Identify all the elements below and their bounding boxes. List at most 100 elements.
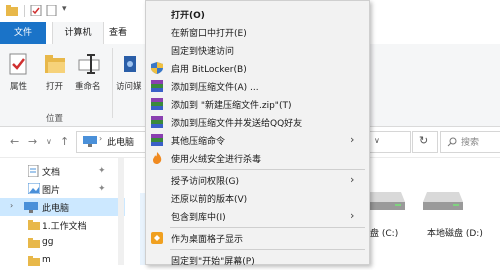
winrar-archive-icon [151, 98, 163, 110]
navigation-pane: 文档 ✦ 图片 ✦ › 此电脑 1.工作文档 gg m [0, 158, 125, 266]
nav-item-work-docs[interactable]: 1.工作文档 [0, 216, 125, 234]
properties-button[interactable]: 属性 [10, 80, 27, 92]
tab-file[interactable]: 文件 [0, 22, 46, 44]
menu-item-add-send-qq[interactable]: 添加到压缩文件并发送给QQ好友 [146, 113, 369, 131]
submenu-arrow-icon: › [350, 133, 355, 146]
folder-icon [28, 220, 40, 230]
menu-item-open-new-window[interactable]: 在新窗口中打开(E) [146, 23, 369, 41]
address-field-end[interactable]: ∨ [370, 131, 411, 153]
menu-item-label: 固定到快速访问 [171, 47, 235, 57]
menu-item-label: 打开(O) [171, 11, 205, 21]
submenu-arrow-icon: › [350, 209, 355, 222]
pin-icon[interactable]: ✦ [98, 166, 106, 176]
menu-item-label: 启用 BitLocker(B) [171, 65, 247, 75]
menu-item-pin-start[interactable]: 固定到"开始"屏幕(P) [146, 251, 369, 269]
tab-computer[interactable]: 计算机 [52, 22, 104, 44]
nav-item-label: 文档 [42, 168, 61, 178]
nav-item-label: gg [42, 237, 54, 247]
pictures-icon [28, 183, 40, 194]
nav-item-gg[interactable]: gg [0, 234, 125, 252]
menu-item-pin-quick-access[interactable]: 固定到快速访问 [146, 41, 369, 59]
nav-item-pictures[interactable]: 图片 ✦ [0, 180, 125, 198]
nav-scrollbar[interactable] [118, 158, 124, 265]
menu-item-label: 包含到库中(I) [171, 213, 226, 223]
search-field[interactable]: 搜索 [440, 131, 500, 153]
folder-icon[interactable] [6, 5, 18, 16]
menu-item-label: 在新窗口中打开(E) [171, 29, 247, 39]
menu-item-restore-versions[interactable]: 还原以前的版本(V) [146, 189, 369, 207]
winrar-archive-icon [151, 116, 163, 128]
up-arrow-icon[interactable]: ↑ [60, 135, 69, 148]
this-pc-icon [24, 202, 38, 213]
menu-item-label: 添加到压缩文件并发送给QQ好友 [171, 119, 303, 129]
documents-icon [28, 165, 39, 177]
refresh-icon[interactable]: ↻ [419, 134, 428, 147]
context-menu: 打开(O) 在新窗口中打开(E) 固定到快速访问 启用 BitLocker(B)… [145, 0, 370, 267]
menu-item-label: 其他压缩命令 [171, 137, 226, 147]
nav-item-this-pc[interactable]: › 此电脑 [0, 198, 125, 216]
menu-item-add-archive[interactable]: 添加到压缩文件(A) ... [146, 77, 369, 95]
menu-item-add-zip[interactable]: 添加到 "新建压缩文件.zip"(T) [146, 95, 369, 113]
back-arrow-icon[interactable]: ← [10, 135, 19, 148]
menu-separator [170, 227, 365, 228]
menu-item-other-compress[interactable]: 其他压缩命令 › [146, 131, 369, 149]
winrar-archive-icon [151, 80, 163, 92]
open-button[interactable]: 打开 [46, 80, 63, 92]
menu-item-include-library[interactable]: 包含到库中(I) › [146, 207, 369, 225]
search-icon [447, 137, 457, 147]
this-pc-icon [83, 136, 97, 147]
menu-item-label: 还原以前的版本(V) [171, 195, 248, 205]
properties-check-icon[interactable] [30, 5, 42, 16]
shield-icon [151, 62, 163, 74]
menu-item-label: 作为桌面格子显示 [171, 235, 244, 245]
drive-d-label[interactable]: 本地磁盘 (D:) [427, 226, 483, 239]
winrar-archive-icon [151, 134, 163, 146]
group-location-label: 位置 [46, 114, 64, 124]
expand-chevron-icon[interactable]: › [10, 201, 13, 210]
menu-item-grant-access[interactable]: 授予访问权限(G) › [146, 171, 369, 189]
menu-item-label: 添加到 "新建压缩文件.zip"(T) [171, 101, 292, 111]
nav-item-documents[interactable]: 文档 ✦ [0, 162, 125, 180]
menu-item-label: 添加到压缩文件(A) ... [171, 83, 259, 93]
menu-item-open[interactable]: 打开(O) [146, 5, 369, 23]
desktop-fence-icon [151, 232, 163, 244]
breadcrumb-separator: › [99, 134, 103, 143]
menu-item-label: 使用火绒安全进行杀毒 [171, 155, 262, 165]
new-folder-icon[interactable] [46, 5, 58, 16]
menu-item-bitlocker[interactable]: 启用 BitLocker(B) [146, 59, 369, 77]
breadcrumb-this-pc[interactable]: 此电脑 [107, 135, 134, 148]
menu-separator [170, 249, 365, 250]
forward-arrow-icon[interactable]: → [28, 135, 37, 148]
customize-quick-access-icon[interactable]: ▾ [62, 4, 67, 14]
huorong-flame-icon [153, 152, 162, 164]
menu-item-label: 授予访问权限(G) [171, 177, 239, 187]
rename-icon[interactable] [78, 52, 100, 76]
address-dropdown-icon[interactable]: ∨ [374, 136, 380, 145]
properties-icon[interactable] [8, 52, 30, 76]
nav-item-label: 1.工作文档 [42, 222, 87, 232]
menu-item-huorong-scan[interactable]: 使用火绒安全进行杀毒 [146, 149, 369, 167]
refresh-button[interactable]: ↻ [412, 131, 438, 153]
pin-icon[interactable]: ✦ [98, 184, 106, 194]
tab-view[interactable]: 查看 [104, 22, 132, 44]
nav-item-label: 图片 [42, 186, 61, 196]
rename-button[interactable]: 重命名 [75, 80, 101, 92]
menu-item-label: 固定到"开始"屏幕(P) [171, 257, 255, 267]
group-divider [112, 48, 113, 118]
nav-item-label: m [42, 255, 51, 265]
address-field[interactable]: › 此电脑 [76, 131, 148, 153]
open-folder-icon[interactable] [44, 54, 66, 74]
submenu-arrow-icon: › [350, 173, 355, 186]
drive-c-icon[interactable] [365, 186, 405, 210]
search-placeholder: 搜索 [461, 138, 480, 148]
menu-item-desktop-fence[interactable]: 作为桌面格子显示 [146, 229, 369, 247]
separator [24, 5, 25, 17]
access-media-button[interactable]: 访问媒 [116, 80, 142, 92]
menu-separator [170, 169, 365, 170]
nav-item-label: 此电脑 [42, 204, 70, 214]
folder-icon [28, 238, 40, 248]
access-media-icon[interactable] [122, 52, 142, 76]
nav-item-m[interactable]: m [0, 252, 125, 270]
drive-d-icon[interactable] [423, 186, 463, 210]
recent-locations-icon[interactable]: ∨ [46, 137, 52, 146]
